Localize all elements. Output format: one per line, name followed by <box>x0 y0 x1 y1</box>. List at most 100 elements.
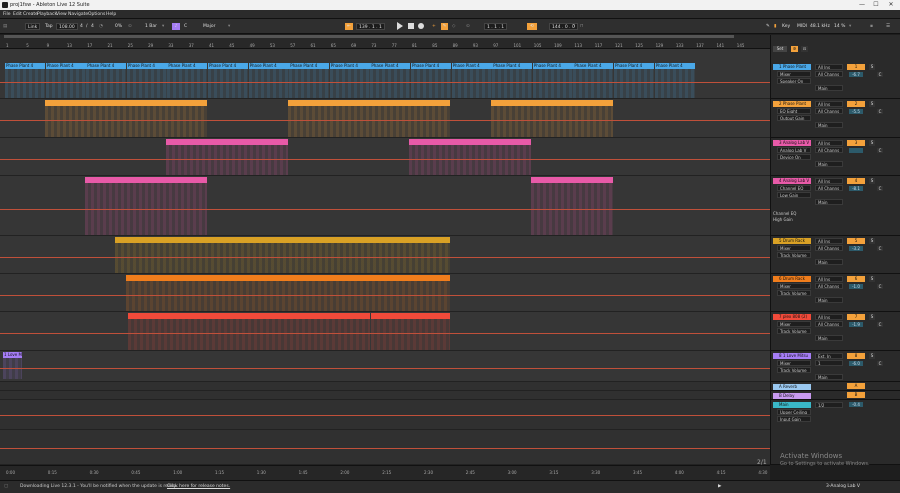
track-header[interactable]: 5 Drum Rack All Ins Mixer All Channs Track V… <box>771 236 900 274</box>
solo-button[interactable]: S <box>869 314 875 320</box>
scale-mode-icon[interactable]: ♪ <box>172 23 180 30</box>
beat-ruler[interactable]: 1 5 9 13 17 21 25 29 33 37 41 45 49 53 57 61 65 69 73 77 81 8… <box>0 35 770 49</box>
arrangement-clip[interactable]: Phase Plant 4 <box>329 63 370 98</box>
automation-line[interactable] <box>0 295 770 296</box>
track-name[interactable]: 1 Phase Plant <box>773 64 811 70</box>
arrangement-clip[interactable]: Phase Plant 4 <box>208 63 248 98</box>
arrangement-clip[interactable]: Phase Plant 4 <box>86 63 127 98</box>
track-lane[interactable] <box>0 138 770 176</box>
input-type[interactable]: All Ins <box>815 314 843 320</box>
input-type[interactable]: All Ins <box>815 101 843 107</box>
track-header[interactable]: 7 plex 808 (2) All Ins Mixer All Channs Trac… <box>771 312 900 351</box>
track-name[interactable]: 8 1 Love Mitsu <box>773 353 811 359</box>
link-button[interactable]: Link <box>25 23 41 30</box>
scale-select[interactable]: Major <box>203 23 216 30</box>
selected-device[interactable]: 3-Analog Lab V <box>826 484 860 489</box>
arrangement-clip[interactable] <box>85 177 207 235</box>
solo-button[interactable]: S <box>869 101 875 107</box>
track-name[interactable]: 3 Analog Lab V <box>773 140 811 146</box>
device-chooser[interactable]: Mixer <box>777 71 811 77</box>
param-chooser[interactable]: Track Volume <box>777 290 811 296</box>
track-activator[interactable]: 3 <box>847 140 865 146</box>
key-map-label[interactable]: Key <box>782 23 790 30</box>
main-name[interactable]: Main <box>773 402 811 408</box>
main-volume[interactable]: -0.4 <box>849 402 863 407</box>
track-activator[interactable]: 7 <box>847 314 865 320</box>
input-channel[interactable]: All Channs <box>815 147 843 153</box>
pan-field[interactable]: C <box>877 246 883 251</box>
param-chooser[interactable]: Track Volume <box>777 367 811 373</box>
track-lane[interactable] <box>0 236 770 274</box>
device-chooser[interactable]: Mixer <box>777 360 811 366</box>
track-header[interactable]: 2 Phase Plant All Ins EQ Eight All Channs Ou… <box>771 99 900 138</box>
metronome-toggle-icon[interactable]: ⊙ <box>128 23 132 30</box>
output-type[interactable]: Main <box>815 85 843 91</box>
return-activator[interactable]: A <box>847 383 865 389</box>
automation-line[interactable] <box>0 257 770 258</box>
solo-button[interactable]: S <box>869 64 875 70</box>
lock-icon[interactable]: ⊡ <box>801 46 808 52</box>
volume-field[interactable]: -1.9 <box>849 322 863 327</box>
pan-field[interactable]: C <box>877 72 883 77</box>
release-notes-link[interactable]: Click here for release notes. <box>167 484 230 489</box>
device-chooser[interactable]: Mixer <box>777 245 811 251</box>
menu-icon[interactable]: ☰ <box>886 23 890 30</box>
output-type[interactable]: Main <box>815 199 843 205</box>
automation-line[interactable] <box>0 415 770 416</box>
set-button[interactable]: Set <box>773 46 787 52</box>
track-name[interactable]: 6 Drum Rack <box>773 276 811 282</box>
pan-field[interactable]: C <box>877 186 883 191</box>
track-activator[interactable]: 6 <box>847 276 865 282</box>
record-button[interactable] <box>418 23 424 30</box>
ext-sync-icon[interactable]: ▤ <box>3 23 7 30</box>
device-chooser[interactable]: Analog Lab V <box>777 147 811 153</box>
pan-field[interactable]: C <box>877 322 883 327</box>
input-channel[interactable]: All Channs <box>815 245 843 251</box>
param-chooser[interactable]: Device On <box>777 154 811 160</box>
draw-mode-icon[interactable]: ✎ <box>766 23 770 30</box>
automation-lane-label[interactable]: High Gain <box>773 217 793 222</box>
arrangement-clip[interactable] <box>166 139 288 175</box>
arrangement-clip[interactable] <box>531 177 613 235</box>
device-chooser[interactable]: EQ Eight <box>777 108 811 114</box>
input-channel[interactable]: All Channs <box>815 71 843 77</box>
track-activator[interactable]: 1 <box>847 64 865 70</box>
return-header[interactable]: A Reverb A <box>771 382 900 391</box>
loop-start-field[interactable]: 1 . 1 . 1 <box>484 23 508 30</box>
stop-button[interactable] <box>408 23 414 30</box>
arrangement-clip[interactable]: Phase Plant 4 <box>451 63 492 98</box>
solo-button[interactable]: S <box>869 178 875 184</box>
main-param[interactable]: Input Gain <box>777 416 811 422</box>
arrangement-clip[interactable] <box>288 100 450 137</box>
tap-button[interactable]: Tap <box>45 23 53 30</box>
track-activator[interactable]: 4 <box>847 178 865 184</box>
punch-in-icon[interactable]: ⊓ <box>572 23 576 30</box>
maximize-button[interactable]: ☐ <box>870 1 882 9</box>
volume-field[interactable]: -3.2 <box>849 246 863 251</box>
track-header[interactable]: 1 Phase Plant All Ins Mixer All Channs Speak… <box>771 62 900 99</box>
key-map-icon[interactable]: ▮ <box>774 23 776 30</box>
arrangement-clip[interactable]: Phase Plant 4 <box>614 63 654 98</box>
output-type[interactable]: Main <box>815 297 843 303</box>
loop-toggle-icon[interactable]: ⟲ <box>527 23 537 30</box>
param-chooser[interactable]: Speaker On <box>777 78 811 84</box>
input-channel[interactable]: All Channs <box>815 185 843 191</box>
automation-line[interactable] <box>0 120 770 121</box>
pan-field[interactable]: C <box>877 361 883 366</box>
return-lane[interactable] <box>0 391 770 400</box>
follow-icon[interactable]: ⇤ <box>345 23 353 30</box>
back-to-arrangement-icon[interactable]: ◇ <box>452 23 455 30</box>
overdub-icon[interactable]: + <box>432 23 436 30</box>
arrangement-clip[interactable]: Phase Plant 4 <box>5 63 45 98</box>
input-type[interactable]: All Ins <box>815 140 843 146</box>
input-channel[interactable]: 1 <box>815 360 843 366</box>
param-chooser[interactable]: Track Volume <box>777 328 811 334</box>
menu-file[interactable]: File <box>3 12 11 17</box>
automation-line[interactable] <box>0 159 770 160</box>
return-activator[interactable]: B <box>847 392 865 398</box>
track-lane[interactable]: 1 Love M <box>0 351 770 382</box>
track-lane[interactable] <box>0 274 770 312</box>
arrangement-clip[interactable] <box>409 139 531 175</box>
time-ruler[interactable]: 0:00 0:15 0:30 0:45 1:00 1:15 1:30 1:45 2:00 2:15… <box>0 465 770 480</box>
arrangement-clip[interactable]: Phase Plant 4 <box>654 63 695 98</box>
